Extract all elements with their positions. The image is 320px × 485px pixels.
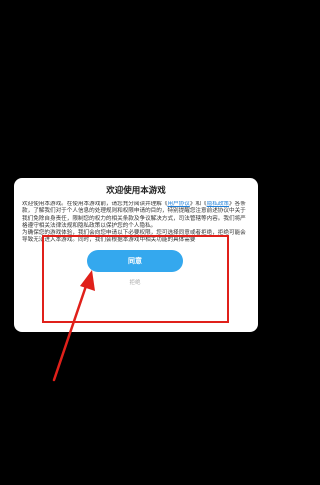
paragraph-text: 》和《 bbox=[189, 201, 207, 207]
paragraph-text: 欢迎使用本游戏。在使用本游戏前，请您充分阅读并理解《 bbox=[22, 201, 168, 207]
user-agreement-link[interactable]: 用户协议 bbox=[167, 201, 189, 207]
privacy-policy-link[interactable]: 隐私政策 bbox=[207, 201, 229, 207]
dialog-paragraph-1: 欢迎使用本游戏。在使用本游戏前，请您充分阅读并理解《用户协议》和《隐私政策》各条… bbox=[22, 201, 251, 230]
dialog-title: 欢迎使用本游戏 bbox=[106, 186, 166, 196]
annotation-highlight-box bbox=[42, 235, 229, 323]
